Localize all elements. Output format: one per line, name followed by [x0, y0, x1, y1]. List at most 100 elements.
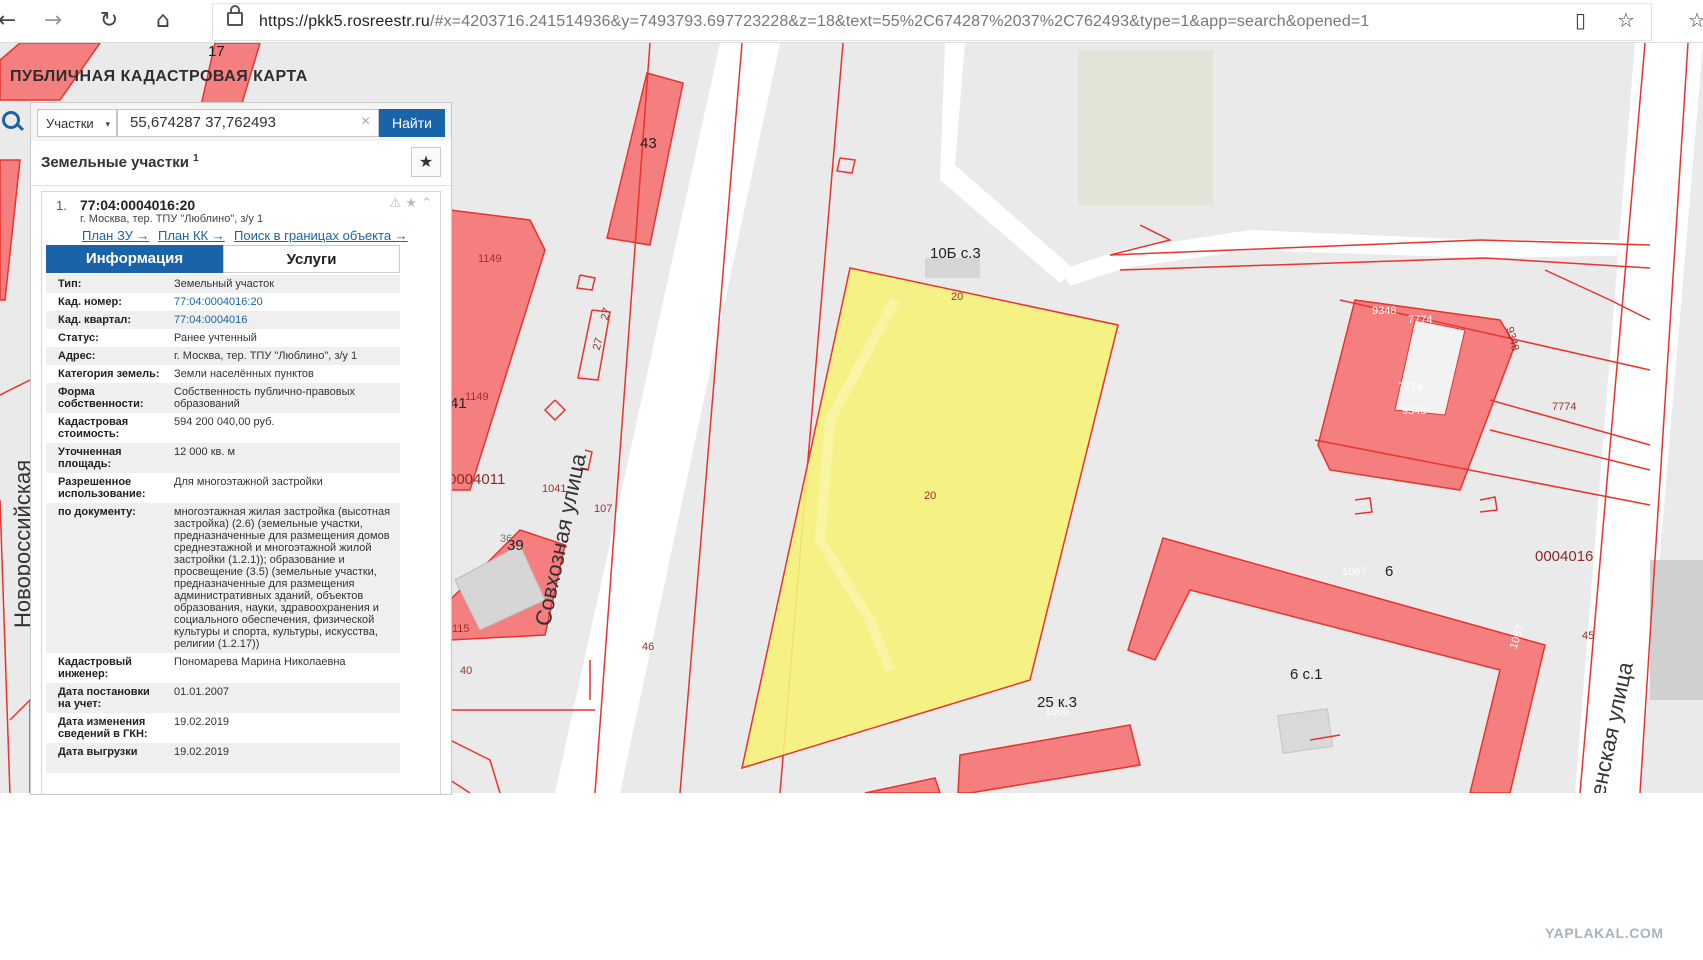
result-actions-icon[interactable]: ⚠ ★ ⌃ [390, 196, 432, 211]
map-label: 6 [1385, 563, 1394, 580]
info-value: Ранее учтенный [174, 332, 257, 344]
map-label: 9348 [1372, 305, 1397, 317]
info-key: Разрешенное использование: [58, 476, 146, 500]
map-label: 1149 [478, 253, 502, 265]
map-label: 20 [924, 490, 937, 502]
map-label: 43 [640, 135, 657, 152]
tab-services[interactable]: Услуги [223, 245, 400, 273]
map-label: 7774 [1398, 381, 1423, 393]
building-1067 [1127, 537, 1546, 793]
info-value: 594 200 040,00 руб. [174, 416, 275, 428]
info-value: многоэтажная жилая застройка (высотная з… [174, 506, 391, 650]
forward-icon[interactable]: → [36, 4, 70, 38]
info-row: Кадастровый инженер: Пономарева Марина Ни… [46, 653, 400, 683]
results-title: Земельные участки 1 [41, 153, 199, 171]
favorites-button[interactable]: ★ [411, 147, 441, 177]
info-key: по документу: [58, 506, 136, 518]
info-key: Тип: [58, 278, 82, 290]
info-key: Кад. квартал: [58, 314, 132, 326]
info-row: Дата изменения сведений в ГКН: 19.02.2019 [46, 713, 400, 743]
result-address: г. Москва, тер. ТПУ "Люблино", з/у 1 [80, 213, 264, 225]
back-icon[interactable]: ← [0, 4, 24, 38]
search-in-bounds-link[interactable]: Поиск в границах объекта → [234, 228, 408, 243]
info-value: 12 000 кв. м [174, 446, 236, 458]
info-row: Кад. номер: 77:04:0004016:20 [46, 293, 400, 311]
star-icon[interactable]: ☆ [1617, 8, 1635, 32]
lock-icon [227, 5, 243, 26]
info-row: Форма собственности: Собственность публич… [46, 383, 400, 413]
land-block-gray [1078, 50, 1213, 205]
map-label: 0004011 [448, 471, 506, 488]
search-type-label: Участки [46, 116, 94, 131]
map-label: 45 [1582, 630, 1595, 642]
result-index: 1. [56, 198, 67, 213]
map-label: 1067 [1342, 566, 1367, 578]
search-button[interactable]: Найти [379, 109, 445, 137]
info-row: Тип: Земельный участок [46, 275, 400, 293]
url-text[interactable]: https://pkk5.rosreestr.ru/#x=4203716.241… [259, 13, 1369, 31]
plan-kk-link[interactable]: План КК → [158, 228, 225, 243]
info-key: Кад. номер: [58, 296, 122, 308]
watermark: YAPLAKAL.COM [1545, 925, 1664, 941]
info-value: 19.02.2019 [174, 716, 230, 728]
map-label: 36 [500, 533, 513, 545]
plan-zu-link[interactable]: План ЗУ → [82, 228, 150, 243]
info-row: по документу: многоэтажная жилая застройк… [46, 503, 400, 653]
info-key: Форма собственности: [58, 386, 144, 410]
map-label: 1056 [1045, 706, 1070, 718]
info-row: Адрес: г. Москва, тер. ТПУ "Люблино", з/у… [46, 347, 400, 365]
info-row: Разрешенное использование: Для многоэтажн… [46, 473, 400, 503]
info-value: Собственность публично-правовых образова… [174, 386, 356, 410]
info-value-link[interactable]: 77:04:0004016:20 [174, 296, 392, 308]
map-label: 17 [208, 43, 225, 60]
land-block-right [1650, 560, 1703, 700]
map-label: 115 [452, 623, 470, 635]
info-row: Уточненная площадь: 12 000 кв. м [46, 443, 400, 473]
map-label: 20 [951, 291, 964, 303]
search-icon[interactable] [2, 111, 20, 129]
selected-parcel [740, 267, 1119, 770]
browser-toolbar: ← → ↻ ⌂ https://pkk5.rosreestr.ru/#x=420… [0, 0, 1703, 43]
info-row: Категория земель: Земли населённых пункто… [46, 365, 400, 383]
info-row: Статус: Ранее учтенный [46, 329, 400, 347]
info-value-link[interactable]: 77:04:0004016 [174, 314, 392, 326]
info-value: Земельный участок [174, 278, 275, 290]
info-value: 19.02.2019 [174, 746, 230, 758]
building-1149 [444, 209, 546, 491]
info-key: Статус: [58, 332, 99, 344]
info-row: Дата выгрузки 19.02.2019 [46, 743, 400, 773]
search-input[interactable]: 55,674287 37,762493 [117, 109, 379, 137]
tab-info[interactable]: Информация [46, 245, 223, 273]
results-count: 1 [193, 153, 199, 164]
map-label: 6 с.1 [1290, 666, 1323, 683]
info-value: 01.01.2007 [174, 686, 230, 698]
info-row: Кад. квартал: 77:04:0004016 [46, 311, 400, 329]
info-key: Дата изменения сведений в ГКН: [58, 716, 148, 740]
info-key: Категория земель: [58, 368, 160, 380]
building-6s1 [1277, 708, 1334, 754]
info-value: Для многоэтажной застройки [174, 476, 323, 488]
clear-icon[interactable]: × [361, 113, 370, 131]
refresh-icon[interactable]: ↻ [92, 4, 126, 38]
map-label: 1149 [465, 391, 489, 403]
info-row: Кадастровая стоимость: 594 200 040,00 руб… [46, 413, 400, 443]
result-card: 1. 77:04:0004016:20 г. Москва, тер. ТПУ … [41, 191, 441, 794]
home-icon[interactable]: ⌂ [146, 4, 180, 38]
app-title: ПУБЛИЧНАЯ КАДАСТРОВАЯ КАРТА [10, 68, 308, 85]
info-key: Дата постановки на учет: [58, 686, 150, 710]
building-43 [606, 72, 684, 246]
reading-view-icon[interactable]: ▯ [1575, 8, 1586, 32]
info-key: Кадастровый инженер: [58, 656, 132, 680]
address-bar[interactable]: https://pkk5.rosreestr.ru/#x=4203716.241… [212, 3, 1652, 41]
info-value: г. Москва, тер. ТПУ "Люблино", з/у 1 [174, 350, 358, 362]
building-left-edge [0, 159, 21, 301]
search-type-select[interactable]: Участки ▾ [37, 109, 117, 137]
results-title-text: Земельные участки [41, 154, 189, 171]
map-label: 0004016 [1535, 548, 1594, 565]
chevron-down-icon: ▾ [105, 119, 110, 129]
favorites-icon[interactable]: ☆ [1688, 8, 1703, 32]
result-cad-number[interactable]: 77:04:0004016:20 [80, 197, 195, 213]
info-key: Адрес: [58, 350, 96, 362]
info-key: Кадастровая стоимость: [58, 416, 129, 440]
map-label: 40 [460, 665, 473, 677]
